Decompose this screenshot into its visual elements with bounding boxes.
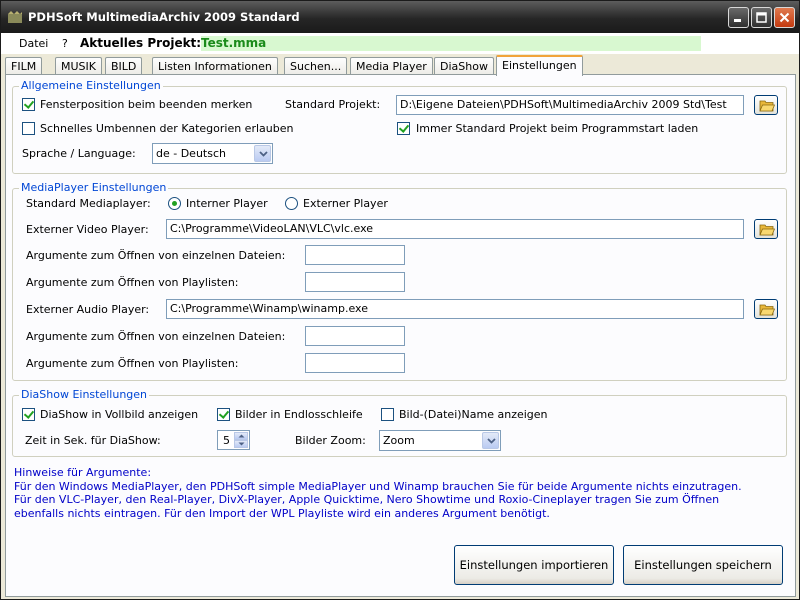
maximize-button[interactable] bbox=[751, 7, 772, 28]
menu-bar: Datei ? Aktuelles Projekt: Test.mma bbox=[1, 33, 799, 54]
tab-musik[interactable]: MUSIK bbox=[55, 57, 102, 75]
settings-panel: Allgemeine Einstellungen Fensterposition… bbox=[5, 74, 796, 597]
video-args-files-field[interactable] bbox=[305, 245, 405, 265]
language-value: de - Deutsch bbox=[156, 147, 226, 160]
mediaplayer-settings-title: MediaPlayer Einstellungen bbox=[19, 181, 169, 194]
language-dropdown-button[interactable] bbox=[254, 145, 271, 162]
spinner-down-button[interactable] bbox=[234, 440, 248, 448]
diashow-time-value: 5 bbox=[223, 434, 230, 447]
folder-open-icon bbox=[759, 304, 775, 316]
hints-line: Für den VLC-Player, den Real-Player, Div… bbox=[14, 493, 720, 506]
tab-suchen[interactable]: Suchen... bbox=[284, 57, 348, 75]
image-zoom-label: Bilder Zoom: bbox=[295, 434, 366, 447]
show-filename-label: Bild-(Datei)Name anzeigen bbox=[399, 408, 548, 421]
video-args-files-label: Argumente zum Öffnen von einzelnen Datei… bbox=[26, 249, 286, 262]
window-position-checkbox[interactable] bbox=[22, 98, 35, 111]
current-project-highlight bbox=[201, 36, 701, 51]
folder-open-icon bbox=[759, 224, 775, 236]
show-filename-checkbox[interactable] bbox=[381, 408, 394, 421]
chevron-down-icon bbox=[259, 151, 268, 157]
internal-player-label: Interner Player bbox=[186, 197, 268, 210]
hints-line: Für den Windows MediaPlayer, den PDHSoft… bbox=[14, 479, 742, 493]
main-window: PDHSoft MultimediaArchiv 2009 Standard D… bbox=[0, 0, 800, 600]
external-player-radio[interactable] bbox=[285, 197, 298, 210]
video-player-browse-button[interactable] bbox=[754, 219, 778, 239]
video-args-playlist-field[interactable] bbox=[305, 272, 405, 292]
maximize-icon bbox=[756, 12, 767, 23]
standard-mediaplayer-label: Standard Mediaplayer: bbox=[26, 197, 151, 210]
audio-args-playlist-label: Argumente zum Öffnen von Playlisten: bbox=[26, 357, 239, 370]
chevron-up-icon bbox=[238, 434, 245, 438]
language-label: Sprache / Language: bbox=[22, 147, 136, 160]
current-project-name: Test.mma bbox=[201, 36, 267, 50]
argument-hints: Hinweise für Argumente: Für den Windows … bbox=[14, 466, 784, 520]
folder-open-icon bbox=[759, 100, 775, 112]
internal-player-radio[interactable] bbox=[168, 197, 181, 210]
endless-loop-label: Bilder in Endlosschleife bbox=[235, 408, 363, 421]
minimize-button[interactable] bbox=[728, 7, 749, 28]
external-audio-player-label: Externer Audio Player: bbox=[26, 303, 150, 316]
always-standard-project-checkbox[interactable] bbox=[397, 122, 410, 135]
diashow-time-label: Zeit in Sek. für DiaShow: bbox=[25, 434, 161, 447]
audio-args-files-field[interactable] bbox=[305, 326, 405, 346]
menu-datei[interactable]: Datei bbox=[19, 37, 48, 50]
general-settings-title: Allgemeine Einstellungen bbox=[19, 79, 163, 92]
tab-einstellungen[interactable]: Einstellungen bbox=[496, 55, 583, 76]
diashow-time-spinner[interactable]: 5 bbox=[217, 430, 250, 450]
standard-project-field[interactable]: D:\Eigene Dateien\PDHSoft\MultimediaArch… bbox=[396, 95, 744, 115]
external-video-player-label: Externer Video Player: bbox=[26, 223, 149, 236]
close-button[interactable] bbox=[774, 7, 795, 28]
import-settings-button[interactable]: Einstellungen importieren bbox=[454, 545, 614, 585]
window-position-label: Fensterposition beim beenden merken bbox=[40, 98, 253, 111]
hints-line: ebenfalls nichts eintragen. Für den Impo… bbox=[14, 506, 550, 520]
always-standard-project-label: Immer Standard Projekt beim Programmstar… bbox=[416, 122, 699, 135]
audio-args-playlist-field[interactable] bbox=[305, 353, 405, 373]
diashow-fullscreen-label: DiaShow in Vollbild anzeigen bbox=[40, 408, 199, 421]
video-args-playlist-label: Argumente zum Öffnen von Playlisten: bbox=[26, 276, 239, 289]
close-icon bbox=[779, 12, 790, 23]
tab-listen-informationen[interactable]: Listen Informationen bbox=[152, 57, 278, 75]
external-audio-player-field[interactable]: C:\Programme\Winamp\winamp.exe bbox=[166, 299, 744, 319]
external-player-label: Externer Player bbox=[303, 197, 388, 210]
current-project-label: Aktuelles Projekt: bbox=[80, 36, 202, 50]
image-zoom-value: Zoom bbox=[383, 434, 415, 447]
app-logo-icon bbox=[8, 11, 22, 23]
image-zoom-select[interactable]: Zoom bbox=[379, 430, 501, 451]
minimize-icon bbox=[734, 19, 741, 22]
external-video-player-field[interactable]: C:\Programme\VideoLAN\VLC\vlc.exe bbox=[166, 219, 744, 239]
quick-rename-label: Schnelles Umbennen der Kategorien erlaub… bbox=[40, 122, 294, 135]
diashow-fullscreen-checkbox[interactable] bbox=[22, 408, 35, 421]
title-bar[interactable]: PDHSoft MultimediaArchiv 2009 Standard bbox=[1, 1, 799, 33]
tab-media-player[interactable]: Media Player bbox=[350, 57, 433, 75]
save-settings-button[interactable]: Einstellungen speichern bbox=[623, 545, 783, 585]
window-title: PDHSoft MultimediaArchiv 2009 Standard bbox=[28, 10, 300, 24]
tab-strip: FILM MUSIK BILD Listen Informationen Suc… bbox=[5, 55, 795, 76]
diashow-settings-title: DiaShow Einstellungen bbox=[19, 388, 150, 401]
hints-heading: Hinweise für Argumente: bbox=[14, 466, 152, 479]
spinner-up-button[interactable] bbox=[234, 432, 248, 440]
tab-diashow[interactable]: DiaShow bbox=[434, 57, 494, 75]
tab-bild[interactable]: BILD bbox=[105, 57, 143, 75]
chevron-down-icon bbox=[487, 438, 496, 444]
quick-rename-checkbox[interactable] bbox=[22, 122, 35, 135]
menu-help[interactable]: ? bbox=[62, 37, 68, 50]
audio-player-browse-button[interactable] bbox=[754, 299, 778, 319]
tab-film[interactable]: FILM bbox=[5, 57, 43, 75]
standard-project-label: Standard Projekt: bbox=[285, 98, 381, 111]
image-zoom-dropdown-button[interactable] bbox=[482, 432, 499, 449]
standard-project-browse-button[interactable] bbox=[754, 95, 778, 115]
language-select[interactable]: de - Deutsch bbox=[152, 143, 273, 164]
endless-loop-checkbox[interactable] bbox=[217, 408, 230, 421]
audio-args-files-label: Argumente zum Öffnen von einzelnen Datei… bbox=[26, 330, 286, 343]
chevron-down-icon bbox=[238, 442, 245, 446]
